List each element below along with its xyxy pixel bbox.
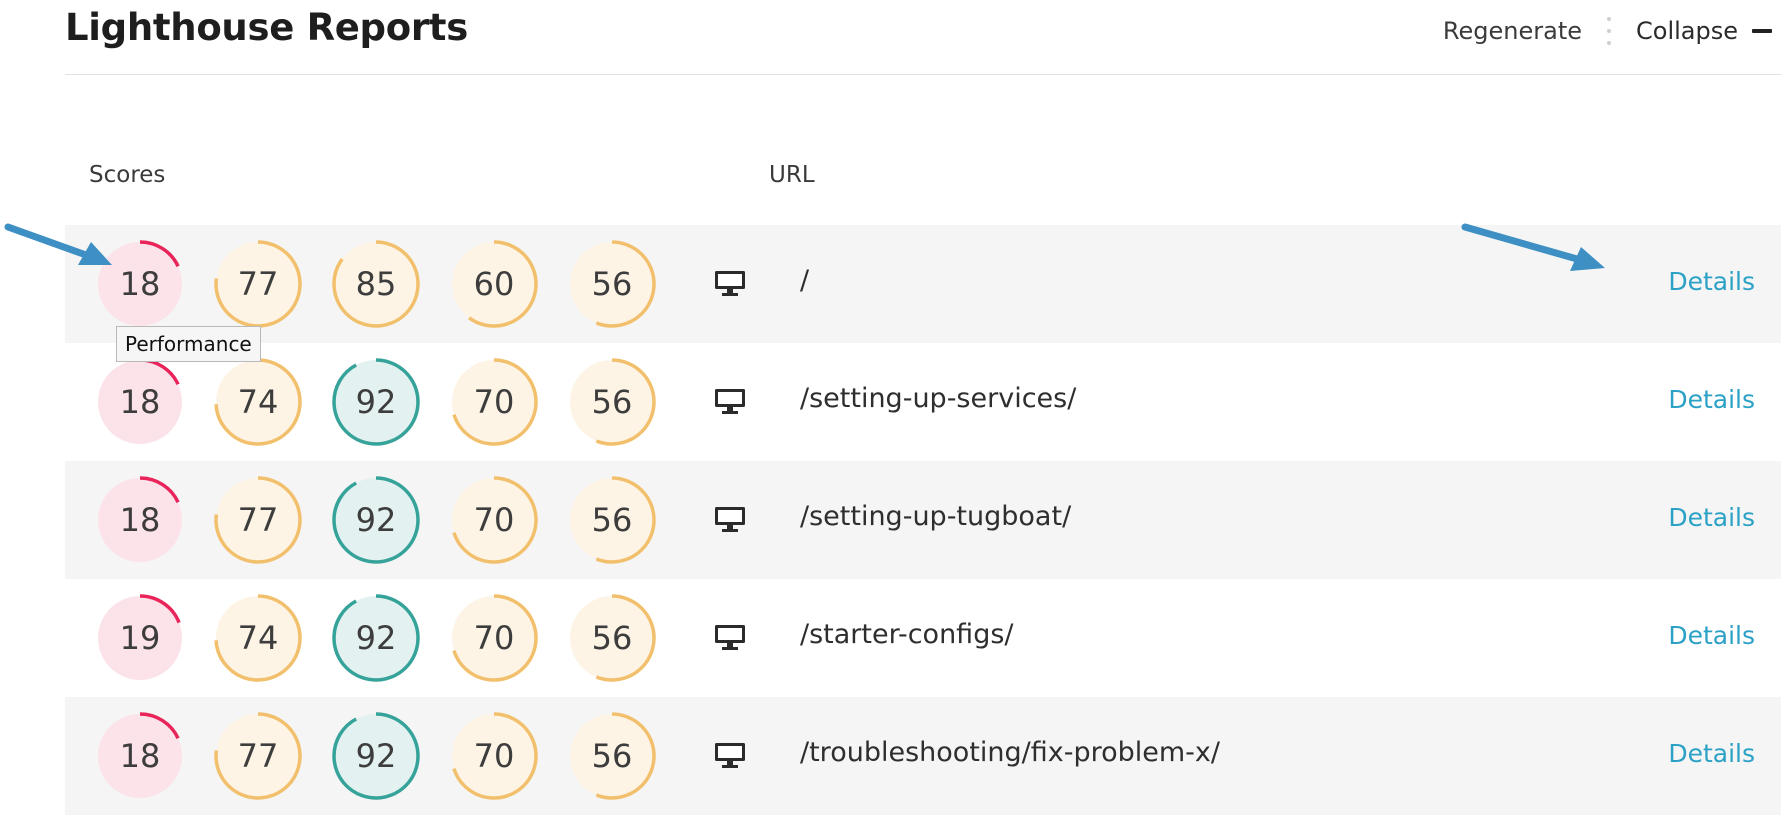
score-value: 18 — [119, 737, 161, 775]
score-value: 92 — [355, 501, 397, 539]
annotation-arrow-icon — [4, 223, 112, 265]
score-value: 85 — [355, 265, 397, 303]
score-gauges: 19 74 92 70 56 — [95, 593, 685, 683]
seo-score-gauge[interactable]: 70 — [449, 475, 539, 565]
accessibility-score-gauge[interactable]: 74 — [213, 593, 303, 683]
details-link[interactable]: Details — [1668, 385, 1755, 414]
pwa-score-gauge[interactable]: 56 — [567, 593, 657, 683]
reports-table: 18 77 85 60 56 / Details 18 74 92 70 56/setting-up-… — [65, 225, 1781, 815]
score-value: 92 — [355, 383, 397, 421]
score-value: 56 — [591, 265, 633, 303]
page-url: /setting-up-tugboat/ — [800, 501, 1072, 532]
score-value: 70 — [473, 619, 515, 657]
score-value: 56 — [591, 737, 633, 775]
annotation-arrow-icon — [1461, 223, 1605, 271]
best-practices-score-gauge[interactable]: 92 — [331, 711, 421, 801]
desktop-icon — [715, 625, 745, 651]
accessibility-score-gauge[interactable]: 77 — [213, 475, 303, 565]
score-value: 19 — [119, 619, 161, 657]
score-value: 70 — [473, 501, 515, 539]
desktop-icon — [715, 389, 745, 415]
seo-score-gauge[interactable]: 60 — [449, 239, 539, 329]
seo-score-gauge[interactable]: 70 — [449, 357, 539, 447]
page-url: /starter-configs/ — [800, 619, 1014, 650]
score-value: 56 — [591, 619, 633, 657]
desktop-icon — [715, 743, 745, 769]
regenerate-button[interactable]: Regenerate — [1443, 17, 1582, 45]
page-url: / — [800, 265, 810, 296]
score-value: 92 — [355, 619, 397, 657]
table-row: 18 74 92 70 56/setting-up-services/Details — [65, 343, 1781, 461]
score-gauges: 18 77 92 70 56 — [95, 475, 685, 565]
page-url: /troubleshooting/fix-problem-x/ — [800, 737, 1220, 768]
header-actions: Regenerate Collapse — [1443, 14, 1772, 48]
pwa-score-gauge[interactable]: 56 — [567, 711, 657, 801]
desktop-icon — [715, 507, 745, 533]
score-value: 92 — [355, 737, 397, 775]
page-url: /setting-up-services/ — [800, 383, 1077, 414]
table-row: 19 74 92 70 56/starter-configs/Details — [65, 579, 1781, 697]
pwa-score-gauge[interactable]: 56 — [567, 239, 657, 329]
scores-column-header: Scores — [89, 162, 166, 188]
details-link[interactable]: Details — [1668, 739, 1755, 768]
best-practices-score-gauge[interactable]: 92 — [331, 357, 421, 447]
collapse-label: Collapse — [1636, 17, 1738, 45]
performance-tooltip: Performance — [116, 326, 261, 362]
seo-score-gauge[interactable]: 70 — [449, 711, 539, 801]
score-value: 60 — [473, 265, 515, 303]
page-title: Lighthouse Reports — [65, 6, 468, 49]
minus-icon — [1752, 29, 1772, 33]
score-value: 70 — [473, 383, 515, 421]
score-value: 74 — [237, 383, 279, 421]
score-value: 70 — [473, 737, 515, 775]
accessibility-score-gauge[interactable]: 77 — [213, 239, 303, 329]
url-column-header: URL — [769, 162, 815, 188]
desktop-icon — [715, 271, 745, 297]
score-value: 74 — [237, 619, 279, 657]
performance-score-gauge[interactable]: 18 — [95, 357, 185, 447]
details-link[interactable]: Details — [1668, 503, 1755, 532]
table-row: 18 77 92 70 56/troubleshooting/fix-problem-x… — [65, 697, 1781, 815]
seo-score-gauge[interactable]: 70 — [449, 593, 539, 683]
performance-score-gauge[interactable]: 19 — [95, 593, 185, 683]
score-value: 77 — [237, 501, 279, 539]
score-gauges: 18 77 85 60 56 — [95, 239, 685, 329]
collapse-button[interactable]: Collapse — [1636, 17, 1772, 45]
score-value: 77 — [237, 265, 279, 303]
table-row: 18 77 92 70 56/setting-up-tugboat/Details — [65, 461, 1781, 579]
performance-score-gauge[interactable]: 18 — [95, 475, 185, 565]
score-value: 18 — [119, 383, 161, 421]
details-link[interactable]: Details — [1668, 267, 1755, 296]
pwa-score-gauge[interactable]: 56 — [567, 357, 657, 447]
report-header: Lighthouse Reports Regenerate Collapse — [65, 0, 1781, 75]
score-gauges: 18 74 92 70 56 — [95, 357, 685, 447]
pwa-score-gauge[interactable]: 56 — [567, 475, 657, 565]
best-practices-score-gauge[interactable]: 92 — [331, 475, 421, 565]
best-practices-score-gauge[interactable]: 85 — [331, 239, 421, 329]
score-value: 56 — [591, 383, 633, 421]
performance-score-gauge[interactable]: 18 — [95, 711, 185, 801]
best-practices-score-gauge[interactable]: 92 — [331, 593, 421, 683]
score-value: 18 — [119, 501, 161, 539]
accessibility-score-gauge[interactable]: 77 — [213, 711, 303, 801]
score-value: 56 — [591, 501, 633, 539]
vertical-dots-separator — [1607, 17, 1611, 45]
details-link[interactable]: Details — [1668, 621, 1755, 650]
score-gauges: 18 77 92 70 56 — [95, 711, 685, 801]
accessibility-score-gauge[interactable]: 74 — [213, 357, 303, 447]
score-value: 77 — [237, 737, 279, 775]
